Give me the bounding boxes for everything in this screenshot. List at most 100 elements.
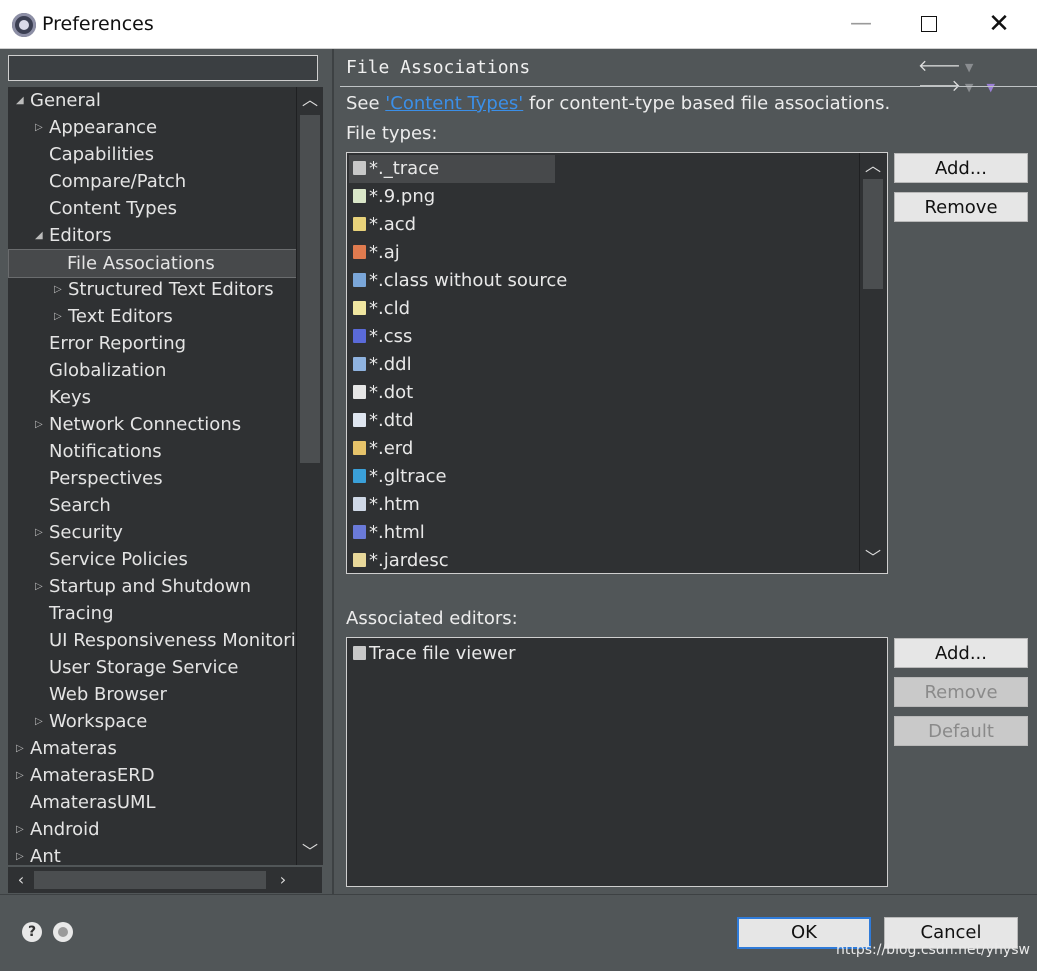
help-icon[interactable]: ?	[22, 922, 42, 942]
tree-item[interactable]: Perspectives	[35, 465, 163, 492]
back-arrow-icon[interactable]: 🡐	[918, 56, 965, 75]
list-item[interactable]: *.jardesc	[349, 547, 449, 573]
scroll-down-icon[interactable]: ﹀	[860, 545, 886, 571]
collapsed-caret-icon[interactable]: ▷	[35, 573, 49, 600]
file-types-label: File types:	[346, 123, 438, 144]
list-item[interactable]: *._trace	[349, 155, 555, 183]
list-item[interactable]: *.class without source	[349, 267, 567, 295]
content-types-link[interactable]: 'Content Types'	[385, 93, 523, 114]
expanded-caret-icon[interactable]: ◢	[16, 87, 30, 114]
scrollbar-thumb[interactable]	[300, 115, 320, 463]
tree-item-label: Globalization	[49, 360, 167, 381]
list-item[interactable]: *.dtd	[349, 407, 414, 435]
window-title: Preferences	[42, 13, 154, 35]
tree-item[interactable]: ▷ Workspace	[35, 708, 147, 735]
tree-item[interactable]: ▷ Amateras	[16, 735, 117, 762]
scroll-up-icon[interactable]: ︿	[297, 87, 323, 113]
tree-item[interactable]: Tracing	[35, 600, 114, 627]
add-file-type-button[interactable]: Add...	[894, 153, 1028, 183]
list-item[interactable]: *.erd	[349, 435, 413, 463]
tree-item[interactable]: Web Browser	[35, 681, 167, 708]
tree-item-label: Search	[49, 495, 111, 516]
scroll-down-icon[interactable]: ﹀	[297, 839, 323, 865]
tree-item[interactable]: Error Reporting	[35, 330, 186, 357]
list-item[interactable]: *.9.png	[349, 183, 435, 211]
tree-item[interactable]: File Associations	[8, 249, 296, 278]
expanded-caret-icon[interactable]: ◢	[35, 222, 49, 249]
tree-item[interactable]: ▷ Ant	[16, 843, 61, 865]
tree-item[interactable]: ▷ Security	[35, 519, 123, 546]
tree-item[interactable]: User Storage Service	[35, 654, 238, 681]
file-types-list[interactable]: *._trace *.9.png *.acd *.aj *.class without …	[346, 152, 888, 574]
scrollbar-thumb[interactable]	[863, 179, 883, 289]
tree-item[interactable]: Keys	[35, 384, 91, 411]
collapsed-caret-icon[interactable]: ▷	[16, 735, 30, 762]
tree-item[interactable]: Content Types	[35, 195, 177, 222]
tree-item[interactable]: AmaterasUML	[16, 789, 156, 816]
view-menu-icon[interactable]: ▼	[986, 81, 998, 94]
collapsed-caret-icon[interactable]: ▷	[16, 843, 30, 865]
list-item[interactable]: *.gltrace	[349, 463, 447, 491]
maximize-button[interactable]	[894, 0, 964, 48]
tree-item[interactable]: Search	[35, 492, 111, 519]
minimize-button[interactable]: —	[826, 0, 896, 48]
list-item[interactable]: *.htm	[349, 491, 420, 519]
tree-item[interactable]: ▷ Android	[16, 816, 100, 843]
scroll-left-icon[interactable]: ‹	[8, 867, 34, 893]
tree-item[interactable]: Globalization	[35, 357, 166, 384]
list-item[interactable]: *.acd	[349, 211, 416, 239]
associated-editors-list[interactable]: Trace file viewer	[346, 637, 888, 887]
remove-file-type-button[interactable]: Remove	[894, 192, 1028, 222]
collapsed-caret-icon[interactable]: ▷	[54, 276, 68, 303]
list-item[interactable]: *.cld	[349, 295, 410, 323]
tree-vertical-scrollbar[interactable]: ︿ ﹀	[296, 87, 323, 865]
tree-item[interactable]: ◢ Editors	[35, 222, 112, 249]
collapsed-caret-icon[interactable]: ▷	[35, 519, 49, 546]
collapsed-caret-icon[interactable]: ▷	[16, 816, 30, 843]
collapsed-caret-icon[interactable]: ▷	[35, 411, 49, 438]
scroll-up-icon[interactable]: ︿	[860, 153, 886, 179]
close-button[interactable]: ✕	[964, 0, 1034, 48]
add-editor-button[interactable]: Add...	[894, 638, 1028, 668]
preferences-tree: ◢ General ▷ Appearance Capabilities Compare/P…	[8, 87, 296, 865]
tree-horizontal-scrollbar[interactable]: ‹ ›	[8, 867, 322, 893]
tree-item[interactable]: ▷ AmaterasERD	[16, 762, 155, 789]
scrollbar-thumb[interactable]	[34, 871, 266, 889]
forward-dropdown-icon[interactable]: ▼	[965, 81, 977, 94]
collapsed-caret-icon[interactable]: ▷	[54, 303, 68, 330]
list-item[interactable]: *.ddl	[349, 351, 412, 379]
list-item[interactable]: *.dot	[349, 379, 413, 407]
tree-item[interactable]: Notifications	[35, 438, 162, 465]
tree-item[interactable]: Compare/Patch	[35, 168, 186, 195]
tree-item[interactable]: Service Policies	[35, 546, 188, 573]
back-dropdown-icon[interactable]: ▼	[965, 61, 977, 74]
collapsed-caret-icon[interactable]: ▷	[35, 114, 49, 141]
jardesc-file-icon	[353, 553, 366, 567]
tree-item[interactable]: ◢ General	[16, 87, 101, 114]
collapsed-caret-icon[interactable]: ▷	[16, 762, 30, 789]
list-item-label: *.erd	[369, 438, 414, 459]
tree-item[interactable]: ▷ Startup and Shutdown	[35, 573, 251, 600]
eclipse-app-icon	[12, 13, 36, 37]
tree-item-label: Error Reporting	[49, 333, 187, 354]
collapsed-caret-icon[interactable]: ▷	[35, 708, 49, 735]
tree-item[interactable]: ▷ Structured Text Editors	[54, 276, 274, 303]
tree-item-label: Notifications	[49, 441, 162, 462]
default-editor-button[interactable]: Default	[894, 716, 1028, 746]
remove-editor-button[interactable]: Remove	[894, 677, 1028, 707]
tree-item[interactable]: ▷ Network Connections	[35, 411, 241, 438]
trace-file-icon	[353, 161, 366, 175]
tree-item[interactable]: ▷ Appearance	[35, 114, 157, 141]
scroll-right-icon[interactable]: ›	[270, 867, 296, 893]
import-export-icon[interactable]	[53, 922, 73, 942]
filter-input[interactable]	[8, 55, 318, 81]
list-item[interactable]: Trace file viewer	[349, 640, 516, 668]
file-types-scrollbar[interactable]: ︿ ﹀	[859, 153, 886, 571]
htm-file-icon	[353, 497, 366, 511]
list-item[interactable]: *.css	[349, 323, 412, 351]
tree-item[interactable]: Capabilities	[35, 141, 154, 168]
list-item[interactable]: *.html	[349, 519, 425, 547]
tree-item[interactable]: UI Responsiveness Monitorin	[35, 627, 296, 654]
list-item[interactable]: *.aj	[349, 239, 400, 267]
tree-item[interactable]: ▷ Text Editors	[54, 303, 173, 330]
